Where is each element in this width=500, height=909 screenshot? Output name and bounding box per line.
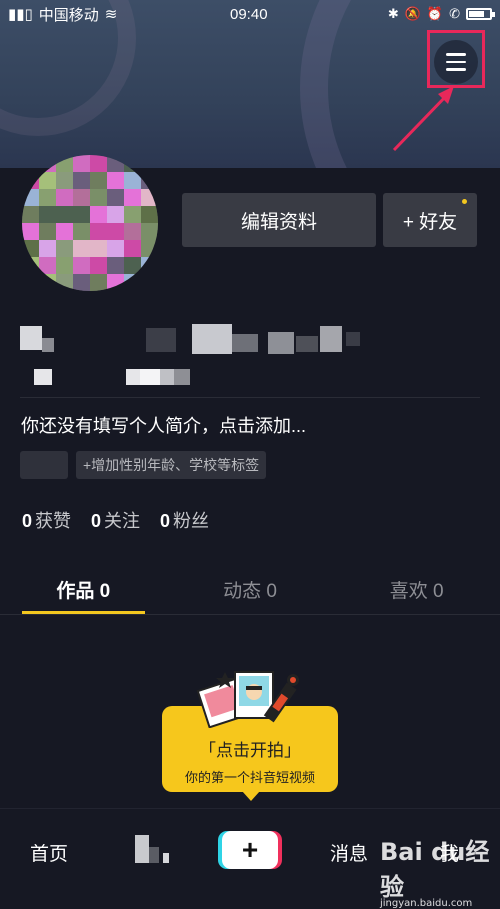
nav-messages[interactable]: 消息 [330, 839, 368, 866]
avatar-pixel [90, 274, 107, 291]
avatar-pixel [73, 240, 90, 257]
mute-icon: 🔕 [404, 6, 421, 21]
camera-illustration-icon [196, 671, 299, 728]
avatar-pixel [22, 172, 39, 189]
avatar-pixel [124, 274, 141, 291]
avatar-pixel [22, 240, 39, 257]
avatar-pixel [39, 240, 56, 257]
avatar-pixel [90, 172, 107, 189]
bluetooth-icon: ✱ [387, 6, 399, 21]
signal-icon: ▮▮▯ [8, 6, 33, 23]
avatar[interactable] [22, 155, 158, 291]
avatar-pixel [22, 189, 39, 206]
avatar-pixel [22, 257, 39, 274]
annotation-highlight-box [427, 30, 485, 88]
prompt-subtitle: 你的第一个抖音短视频 [184, 770, 315, 785]
annotation-arrow-icon [392, 86, 454, 152]
avatar-pixel [141, 274, 158, 291]
avatar-pixel [107, 223, 124, 240]
avatar-pixel [124, 240, 141, 257]
avatar-pixel [39, 206, 56, 223]
username-pixelated [20, 322, 360, 356]
avatar-pixel [107, 257, 124, 274]
avatar-pixel [90, 257, 107, 274]
avatar-pixel [141, 223, 158, 240]
clock: 09:40 [230, 5, 268, 23]
avatar-pixel [39, 172, 56, 189]
tag-placeholder[interactable] [20, 451, 68, 479]
avatar-pixel [124, 189, 141, 206]
call-icon: ✆ [449, 6, 460, 21]
avatar-pixel [56, 223, 73, 240]
avatar-pixel [56, 240, 73, 257]
avatar-pixel [107, 274, 124, 291]
tab-activity[interactable]: 动态 0 [167, 566, 334, 614]
avatar-pixel [56, 206, 73, 223]
avatar-pixel [124, 257, 141, 274]
avatar-pixel [22, 206, 39, 223]
avatar-pixel [39, 189, 56, 206]
avatar-pixel [56, 172, 73, 189]
avatar-pixel [73, 274, 90, 291]
avatar-pixel [73, 257, 90, 274]
avatar-pixel [124, 172, 141, 189]
avatar-pixel [73, 189, 90, 206]
avatar-pixel [107, 206, 124, 223]
stat-followers[interactable]: 0 粉丝 [160, 507, 209, 533]
avatar-pixel [90, 240, 107, 257]
avatar-pixel [39, 274, 56, 291]
wifi-icon: ≋ [104, 6, 118, 23]
avatar-pixel [39, 223, 56, 240]
nav-home[interactable]: 首页 [30, 839, 68, 866]
stats-row: 0 获赞 0 关注 0 粉丝 [22, 507, 209, 533]
avatar-pixel [141, 189, 158, 206]
divider [20, 397, 480, 398]
status-bar: ▮▮▯ 中国移动 ≋ 09:40 ✱ 🔕 ⏰ ✆ [0, 0, 500, 28]
avatar-pixel [90, 223, 107, 240]
prompt-title: 「点击开拍」 [199, 741, 301, 760]
avatar-pixel [56, 274, 73, 291]
notification-dot [462, 199, 467, 204]
battery-icon [466, 8, 495, 20]
avatar-pixel [73, 206, 90, 223]
avatar-pixel [90, 155, 107, 172]
avatar-pixel [90, 189, 107, 206]
avatar-pixel [73, 155, 90, 172]
avatar-pixel [107, 189, 124, 206]
avatar-pixel [141, 172, 158, 189]
avatar-pixel [56, 189, 73, 206]
user-id-pixelated [34, 367, 214, 387]
edit-profile-button[interactable]: 编辑资料 [182, 193, 376, 247]
nav-follow-pixelated[interactable] [135, 835, 171, 865]
alarm-icon: ⏰ [426, 6, 444, 21]
stat-following[interactable]: 0 关注 [91, 507, 140, 533]
bio-text[interactable]: 你还没有填写个人简介，点击添加... [21, 412, 306, 438]
add-friend-label: + 好友 [402, 211, 458, 233]
avatar-pixel [39, 257, 56, 274]
avatar-pixel [73, 172, 90, 189]
avatar-pixel [124, 206, 141, 223]
tab-likes[interactable]: 喜欢 0 [333, 566, 500, 614]
avatar-pixel [107, 172, 124, 189]
add-friend-button[interactable]: + 好友 [383, 193, 477, 247]
tab-works[interactable]: 作品 0 [0, 566, 167, 614]
baidu-watermark: Bai du经验 jingyan.baidu.com [380, 838, 490, 909]
avatar-pixel [73, 223, 90, 240]
divider [0, 614, 500, 615]
avatar-pixel [22, 274, 39, 291]
avatar-pixel [141, 257, 158, 274]
avatar-pixel [141, 206, 158, 223]
avatar-pixel [90, 206, 107, 223]
create-video-button[interactable]: + [222, 831, 278, 869]
avatar-pixel [107, 240, 124, 257]
content-tabs: 作品 0 动态 0 喜欢 0 [0, 566, 500, 614]
avatar-pixel [141, 240, 158, 257]
carrier-label: 中国移动 [38, 6, 99, 24]
avatar-pixel [124, 223, 141, 240]
avatar-pixel [22, 223, 39, 240]
stat-likes[interactable]: 0 获赞 [22, 507, 71, 533]
add-tags-button[interactable]: +增加性别年龄、学校等标签 [76, 451, 267, 479]
avatar-pixel [56, 257, 73, 274]
